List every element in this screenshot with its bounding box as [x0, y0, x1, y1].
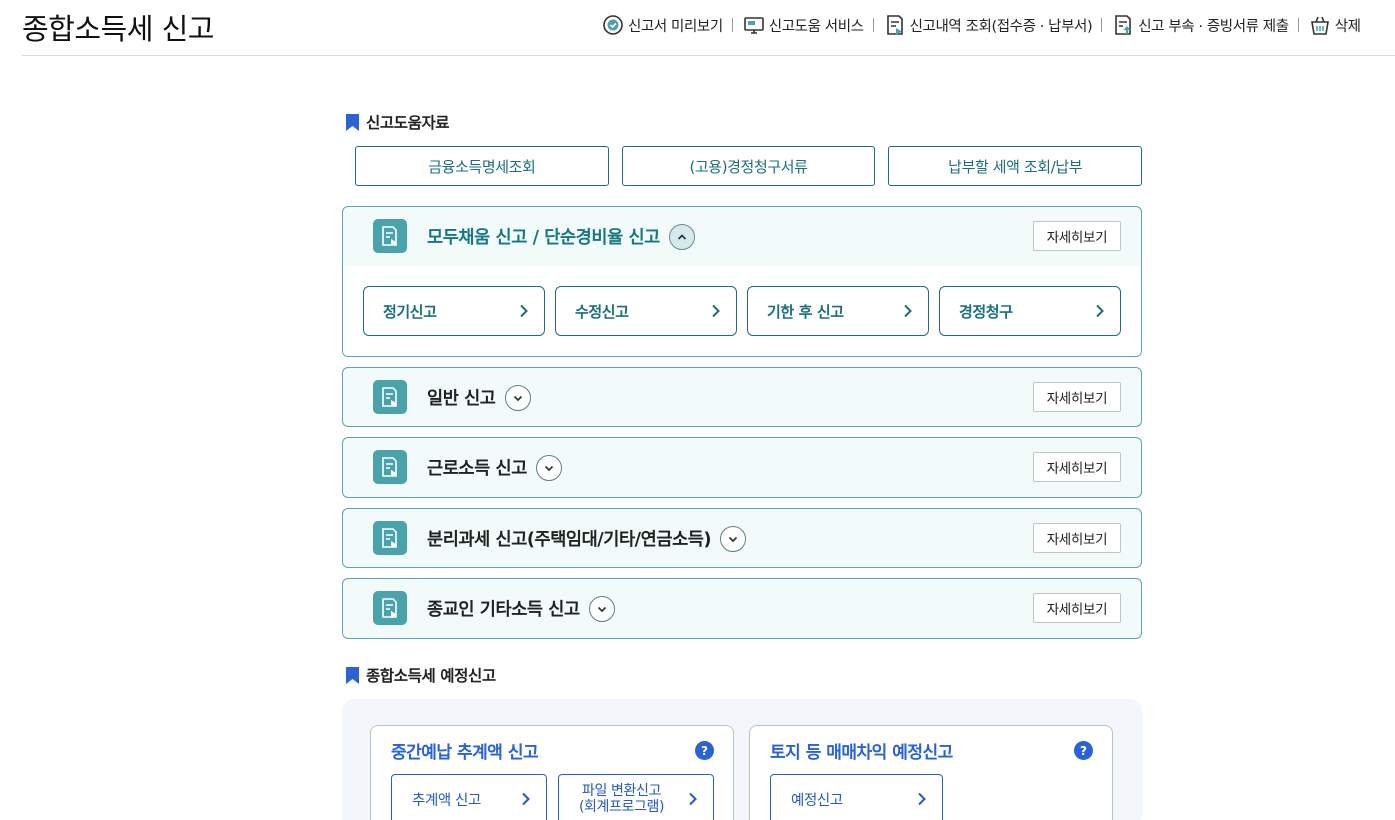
- button-label: 추계액 신고: [412, 792, 481, 809]
- financial-income-lookup-button[interactable]: 금융소득명세조회: [355, 146, 609, 186]
- button-label: 파일 변환신고 (회계프로그램): [579, 783, 664, 815]
- nav-divider: [872, 18, 874, 32]
- estimate-area: 중간예납 추계액 신고 ? 추계액 신고 파일 변환신고 (회계프로그램) 토지…: [342, 699, 1142, 820]
- chevron-down-icon[interactable]: [535, 454, 562, 481]
- history-doc-icon: [886, 15, 903, 35]
- nav-delete-label: 삭제: [1334, 18, 1361, 35]
- button-label-line1: 파일 변환신고: [582, 783, 661, 799]
- chevron-right-icon: [918, 792, 926, 806]
- chevron-down-icon[interactable]: [588, 595, 615, 622]
- chevron-right-icon: [522, 792, 530, 806]
- panel-title: 근로소득 신고: [427, 454, 562, 481]
- nav-history[interactable]: 신고내역 조회(접수증 · 납부서): [883, 13, 1093, 37]
- bookmark-icon: [346, 666, 359, 684]
- button-label-line2: (회계프로그램): [579, 799, 665, 815]
- panel-title: 모두채움 신고 / 단순경비율 신고: [427, 223, 695, 250]
- chevron-down-icon[interactable]: [720, 525, 747, 552]
- panel-title: 일반 신고: [427, 384, 531, 411]
- button-label: 예정신고: [791, 792, 843, 809]
- land-sale-gain-card: 토지 등 매매차익 예정신고 ? 예정신고: [749, 725, 1113, 820]
- chevron-right-icon: [712, 304, 720, 318]
- nav-preview-label: 신고서 미리보기: [628, 18, 723, 35]
- panel-header[interactable]: 종교인 기타소득 신고 자세히보기: [343, 579, 1141, 638]
- panel-separate-taxation-filing: 분리과세 신고(주택임대/기타/연금소득) 자세히보기: [342, 508, 1142, 568]
- preview-check-icon: [603, 15, 623, 35]
- panel-title: 종교인 기타소득 신고: [427, 595, 615, 622]
- panel-earned-income-filing: 근로소득 신고 자세히보기: [342, 437, 1142, 498]
- trash-basket-icon: [1310, 16, 1329, 35]
- nav-help-service-label: 신고도움 서비스: [768, 18, 864, 35]
- help-question-icon[interactable]: ?: [695, 741, 714, 760]
- chevron-down-icon[interactable]: [504, 384, 531, 411]
- panel-header[interactable]: 근로소득 신고 자세히보기: [343, 438, 1141, 497]
- late-filing-label: 기한 후 신고: [767, 302, 844, 321]
- amended-filing-button[interactable]: 수정신고: [555, 286, 737, 336]
- late-filing-button[interactable]: 기한 후 신고: [747, 286, 929, 336]
- file-conversion-filing-button[interactable]: 파일 변환신고 (회계프로그램): [558, 774, 714, 820]
- page-title: 종합소득세 신고: [22, 12, 214, 46]
- monitor-help-icon: [743, 17, 764, 34]
- card-title: 토지 등 매매차익 예정신고: [770, 743, 953, 763]
- panel-body: 정기신고 수정신고 기한 후 신고 경정청구: [343, 266, 1141, 356]
- upload-doc-icon: [1115, 15, 1132, 35]
- correction-claim-button[interactable]: 경정청구: [939, 286, 1121, 336]
- help-section-heading: 신고도움자료: [345, 111, 450, 133]
- chevron-up-icon[interactable]: [668, 223, 695, 250]
- correction-claim-docs-button[interactable]: (고용)경정청구서류: [621, 146, 876, 186]
- estimated-amount-filing-button[interactable]: 추계액 신고: [391, 774, 547, 820]
- panel-header[interactable]: 모두채움 신고 / 단순경비율 신고 자세히보기: [343, 207, 1141, 266]
- filing-doc-icon: [373, 219, 407, 253]
- filing-doc-icon: [373, 591, 407, 625]
- filing-type-buttons: 정기신고 수정신고 기한 후 신고 경정청구: [363, 286, 1121, 336]
- chevron-right-icon: [1096, 304, 1104, 318]
- chevron-right-icon: [520, 304, 528, 318]
- help-buttons-row: 금융소득명세조회 (고용)경정청구서류 납부할 세액 조회/납부: [355, 146, 1143, 186]
- panel-title-text: 근로소득 신고: [427, 459, 527, 479]
- nav-history-label: 신고내역 조회(접수증 · 납부서): [909, 18, 1093, 35]
- panel-general-filing: 일반 신고 자세히보기: [342, 367, 1142, 427]
- panel-title-text: 모두채움 신고 / 단순경비율 신고: [427, 228, 660, 248]
- amended-filing-label: 수정신고: [575, 302, 629, 321]
- chevron-right-icon: [904, 304, 912, 318]
- detail-button[interactable]: 자세히보기: [1033, 523, 1121, 553]
- detail-button[interactable]: 자세히보기: [1033, 452, 1121, 482]
- nav-attachment-submit[interactable]: 신고 부속 · 증빙서류 제출: [1111, 13, 1289, 37]
- detail-button[interactable]: 자세히보기: [1033, 221, 1121, 251]
- nav-delete[interactable]: 삭제: [1308, 13, 1361, 37]
- nav-divider: [1101, 18, 1103, 32]
- chevron-right-icon: [689, 792, 697, 806]
- detail-button[interactable]: 자세히보기: [1033, 593, 1121, 623]
- nav-divider: [1297, 18, 1299, 32]
- panel-title-text: 분리과세 신고(주택임대/기타/연금소득): [427, 530, 712, 550]
- panel-header[interactable]: 일반 신고 자세히보기: [343, 368, 1141, 426]
- estimate-section-title: 종합소득세 예정신고: [366, 667, 496, 685]
- tax-payment-lookup-button[interactable]: 납부할 세액 조회/납부: [888, 146, 1143, 186]
- nav-divider: [731, 18, 733, 32]
- correction-claim-label: 경정청구: [959, 302, 1013, 321]
- panel-title: 분리과세 신고(주택임대/기타/연금소득): [427, 525, 747, 552]
- top-nav: 신고서 미리보기 신고도움 서비스 신고내역 조회(접수증 · 납부서) 신고 …: [601, 13, 1361, 37]
- detail-button[interactable]: 자세히보기: [1033, 382, 1121, 412]
- panel-simple-filing: 모두채움 신고 / 단순경비율 신고 자세히보기 정기신고 수정신고 기한 후 …: [342, 206, 1142, 357]
- filing-doc-icon: [373, 450, 407, 484]
- nav-attachment-submit-label: 신고 부속 · 증빙서류 제출: [1138, 18, 1289, 35]
- nav-help-service[interactable]: 신고도움 서비스: [742, 13, 864, 37]
- preliminary-filing-button[interactable]: 예정신고: [770, 774, 943, 820]
- regular-filing-label: 정기신고: [383, 302, 437, 321]
- panel-title-text: 일반 신고: [427, 389, 496, 409]
- panel-title-text: 종교인 기타소득 신고: [427, 600, 580, 620]
- header-divider: [22, 55, 1395, 56]
- filing-doc-icon: [373, 521, 407, 555]
- help-question-icon[interactable]: ?: [1074, 741, 1093, 760]
- bookmark-icon: [346, 113, 359, 131]
- help-section-title: 신고도움자료: [366, 114, 450, 132]
- panel-religious-income-filing: 종교인 기타소득 신고 자세히보기: [342, 578, 1142, 639]
- card-title: 중간예납 추계액 신고: [391, 743, 539, 763]
- filing-doc-icon: [373, 380, 407, 414]
- regular-filing-button[interactable]: 정기신고: [363, 286, 545, 336]
- interim-prepayment-card: 중간예납 추계액 신고 ? 추계액 신고 파일 변환신고 (회계프로그램): [370, 725, 734, 820]
- estimate-section-heading: 종합소득세 예정신고: [345, 664, 496, 686]
- panel-header[interactable]: 분리과세 신고(주택임대/기타/연금소득) 자세히보기: [343, 509, 1141, 567]
- nav-preview[interactable]: 신고서 미리보기: [601, 13, 723, 37]
